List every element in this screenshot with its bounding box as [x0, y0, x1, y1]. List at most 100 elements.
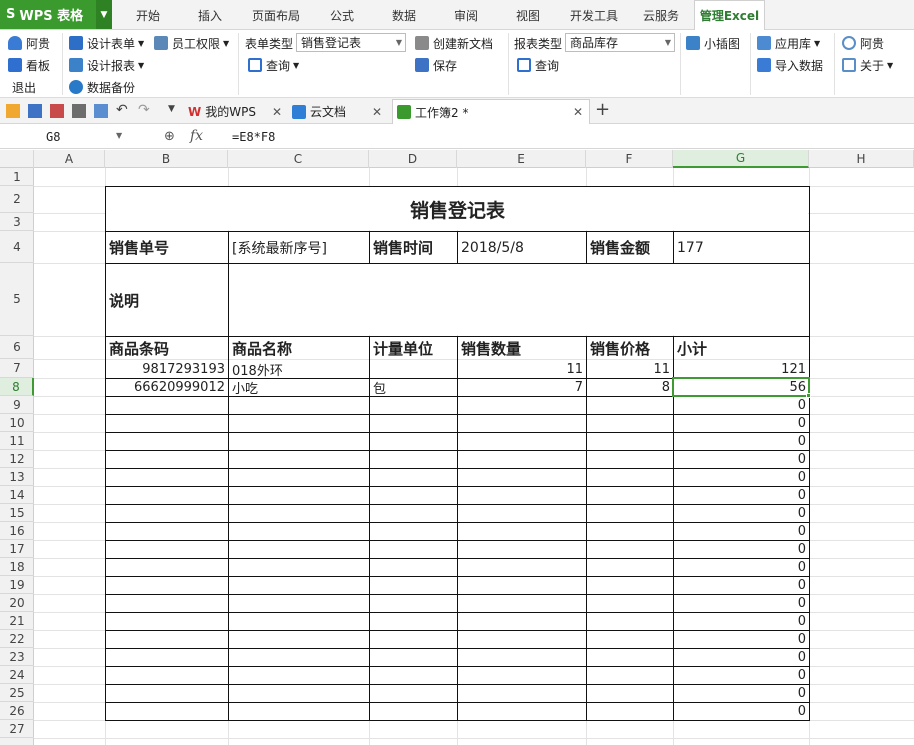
row-header-17[interactable]: 17 [0, 540, 34, 558]
tab-insert[interactable]: 插入 [180, 0, 240, 30]
row-header-9[interactable]: 9 [0, 396, 34, 414]
tab-review[interactable]: 审阅 [437, 0, 495, 30]
row-header-15[interactable]: 15 [0, 504, 34, 522]
tab-manage-excel[interactable]: 管理Excel [694, 0, 765, 30]
sale-amount-label[interactable]: 销售金额 [587, 232, 673, 263]
select-all-corner[interactable] [0, 150, 34, 168]
column-header-h[interactable]: H [809, 150, 914, 168]
table-header-cell[interactable]: 计量单位 [370, 337, 457, 359]
row-header-1[interactable]: 1 [0, 168, 34, 186]
app-menu-dropdown-icon[interactable]: ▼ [96, 0, 112, 29]
app-menu-button[interactable]: S WPS 表格 ▼ [0, 0, 112, 29]
tab-cloud[interactable]: 云服务 [632, 0, 690, 30]
row-header-20[interactable]: 20 [0, 594, 34, 612]
item-price-cell[interactable]: 8 [587, 379, 673, 396]
doc-tab-my-wps[interactable]: W 我的WPS ✕ [188, 99, 288, 124]
row-header-24[interactable]: 24 [0, 666, 34, 684]
subtotal-cell[interactable]: 0 [674, 667, 809, 684]
item-price-cell[interactable]: 11 [587, 360, 673, 378]
formula-input[interactable]: =E8*F8 [232, 127, 275, 146]
item-name-cell[interactable]: 018外环 [229, 360, 369, 379]
export-pdf-icon[interactable] [50, 104, 64, 118]
subtotal-cell[interactable]: 0 [674, 433, 809, 450]
form-type-select[interactable]: 销售登记表 ▼ [296, 33, 406, 52]
open-folder-icon[interactable] [6, 104, 20, 118]
row-header-2[interactable]: 2 [0, 186, 34, 213]
undo-icon[interactable]: ↶ [116, 102, 128, 118]
fill-handle[interactable] [806, 393, 811, 398]
sale-time-label[interactable]: 销售时间 [370, 232, 457, 263]
tab-view[interactable]: 视图 [499, 0, 557, 30]
close-icon[interactable]: ✕ [372, 105, 382, 119]
create-doc-button[interactable]: 创建新文档 [415, 33, 493, 53]
tab-data[interactable]: 数据 [375, 0, 433, 30]
import-data-button[interactable]: 导入数据 [757, 55, 823, 75]
table-header-cell[interactable]: 商品条码 [106, 337, 228, 359]
table-header-cell[interactable]: 销售数量 [458, 337, 586, 359]
zoom-search-icon[interactable]: ⊕ [164, 129, 175, 144]
table-header-cell[interactable]: 商品名称 [229, 337, 369, 359]
print-preview-icon[interactable] [94, 104, 108, 118]
row-header-10[interactable]: 10 [0, 414, 34, 432]
subtotal-cell[interactable]: 0 [674, 685, 809, 702]
name-box[interactable]: G8 [4, 127, 124, 146]
staff-permission-button[interactable]: 员工权限 ▼ [154, 33, 229, 53]
sale-amount-value[interactable]: 177 [674, 232, 809, 263]
close-icon[interactable]: ✕ [272, 105, 282, 119]
subtotal-cell[interactable]: 0 [674, 469, 809, 486]
backup-button[interactable]: 数据备份 [69, 77, 135, 97]
item-barcode-cell[interactable]: 66620999012 [106, 379, 228, 396]
subtotal-cell[interactable]: 0 [674, 613, 809, 630]
row-header-8[interactable]: 8 [0, 378, 34, 396]
about-button[interactable]: 关于 ▼ [842, 55, 893, 75]
row-header-6[interactable]: 6 [0, 336, 34, 359]
report-type-select[interactable]: 商品库存 ▼ [565, 33, 675, 52]
row-header-5[interactable]: 5 [0, 263, 34, 336]
subtotal-cell[interactable]: 0 [674, 523, 809, 540]
row-header-26[interactable]: 26 [0, 702, 34, 720]
doc-tab-cloud-docs[interactable]: 云文档 ✕ [292, 99, 388, 124]
row-header-18[interactable]: 18 [0, 558, 34, 576]
new-tab-plus-icon[interactable]: + [595, 99, 610, 120]
item-name-cell[interactable]: 小吃 [229, 379, 369, 396]
item-barcode-cell[interactable]: 9817293193 [106, 360, 228, 378]
row-header-21[interactable]: 21 [0, 612, 34, 630]
item-subtotal-cell[interactable]: 121 [674, 360, 809, 378]
save-button[interactable]: 保存 [415, 55, 457, 75]
doc-tab-workbook2[interactable]: 工作簿2 * ✕ [392, 99, 590, 124]
form-query-button[interactable]: 查询 ▼ [248, 55, 299, 75]
row-header-14[interactable]: 14 [0, 486, 34, 504]
print-icon[interactable] [72, 104, 86, 118]
table-header-cell[interactable]: 销售价格 [587, 337, 673, 359]
account-button[interactable]: 阿贵 [842, 33, 884, 53]
item-qty-cell[interactable]: 7 [458, 379, 586, 396]
subtotal-cell[interactable]: 0 [674, 703, 809, 720]
board-button[interactable]: 看板 [8, 55, 50, 75]
subtotal-cell[interactable]: 0 [674, 595, 809, 612]
column-header-b[interactable]: B [105, 150, 228, 168]
report-query-button[interactable]: 查询 [517, 55, 559, 75]
subtotal-cell[interactable]: 0 [674, 415, 809, 432]
note-label[interactable]: 说明 [106, 264, 228, 336]
sale-time-value[interactable]: 2018/5/8 [458, 232, 586, 263]
close-icon[interactable]: ✕ [573, 105, 583, 119]
save-icon[interactable] [28, 104, 42, 118]
order-no-label[interactable]: 销售单号 [106, 232, 228, 263]
app-store-button[interactable]: 应用库 ▼ [757, 33, 820, 53]
subtotal-cell[interactable]: 0 [674, 631, 809, 648]
redo-icon[interactable]: ↷ [138, 102, 150, 118]
row-header-13[interactable]: 13 [0, 468, 34, 486]
name-box-dropdown-icon[interactable]: ▼ [116, 131, 122, 140]
row-header-19[interactable]: 19 [0, 576, 34, 594]
column-header-e[interactable]: E [457, 150, 586, 168]
subtotal-cell[interactable]: 0 [674, 397, 809, 414]
item-qty-cell[interactable]: 11 [458, 360, 586, 378]
row-header-3[interactable]: 3 [0, 213, 34, 231]
tab-home[interactable]: 开始 [118, 0, 178, 30]
subtotal-cell[interactable]: 0 [674, 649, 809, 666]
subtotal-cell[interactable]: 0 [674, 505, 809, 522]
column-header-d[interactable]: D [369, 150, 457, 168]
column-header-a[interactable]: A [34, 150, 105, 168]
tab-page-layout[interactable]: 页面布局 [243, 0, 309, 30]
note-value[interactable] [229, 264, 809, 336]
